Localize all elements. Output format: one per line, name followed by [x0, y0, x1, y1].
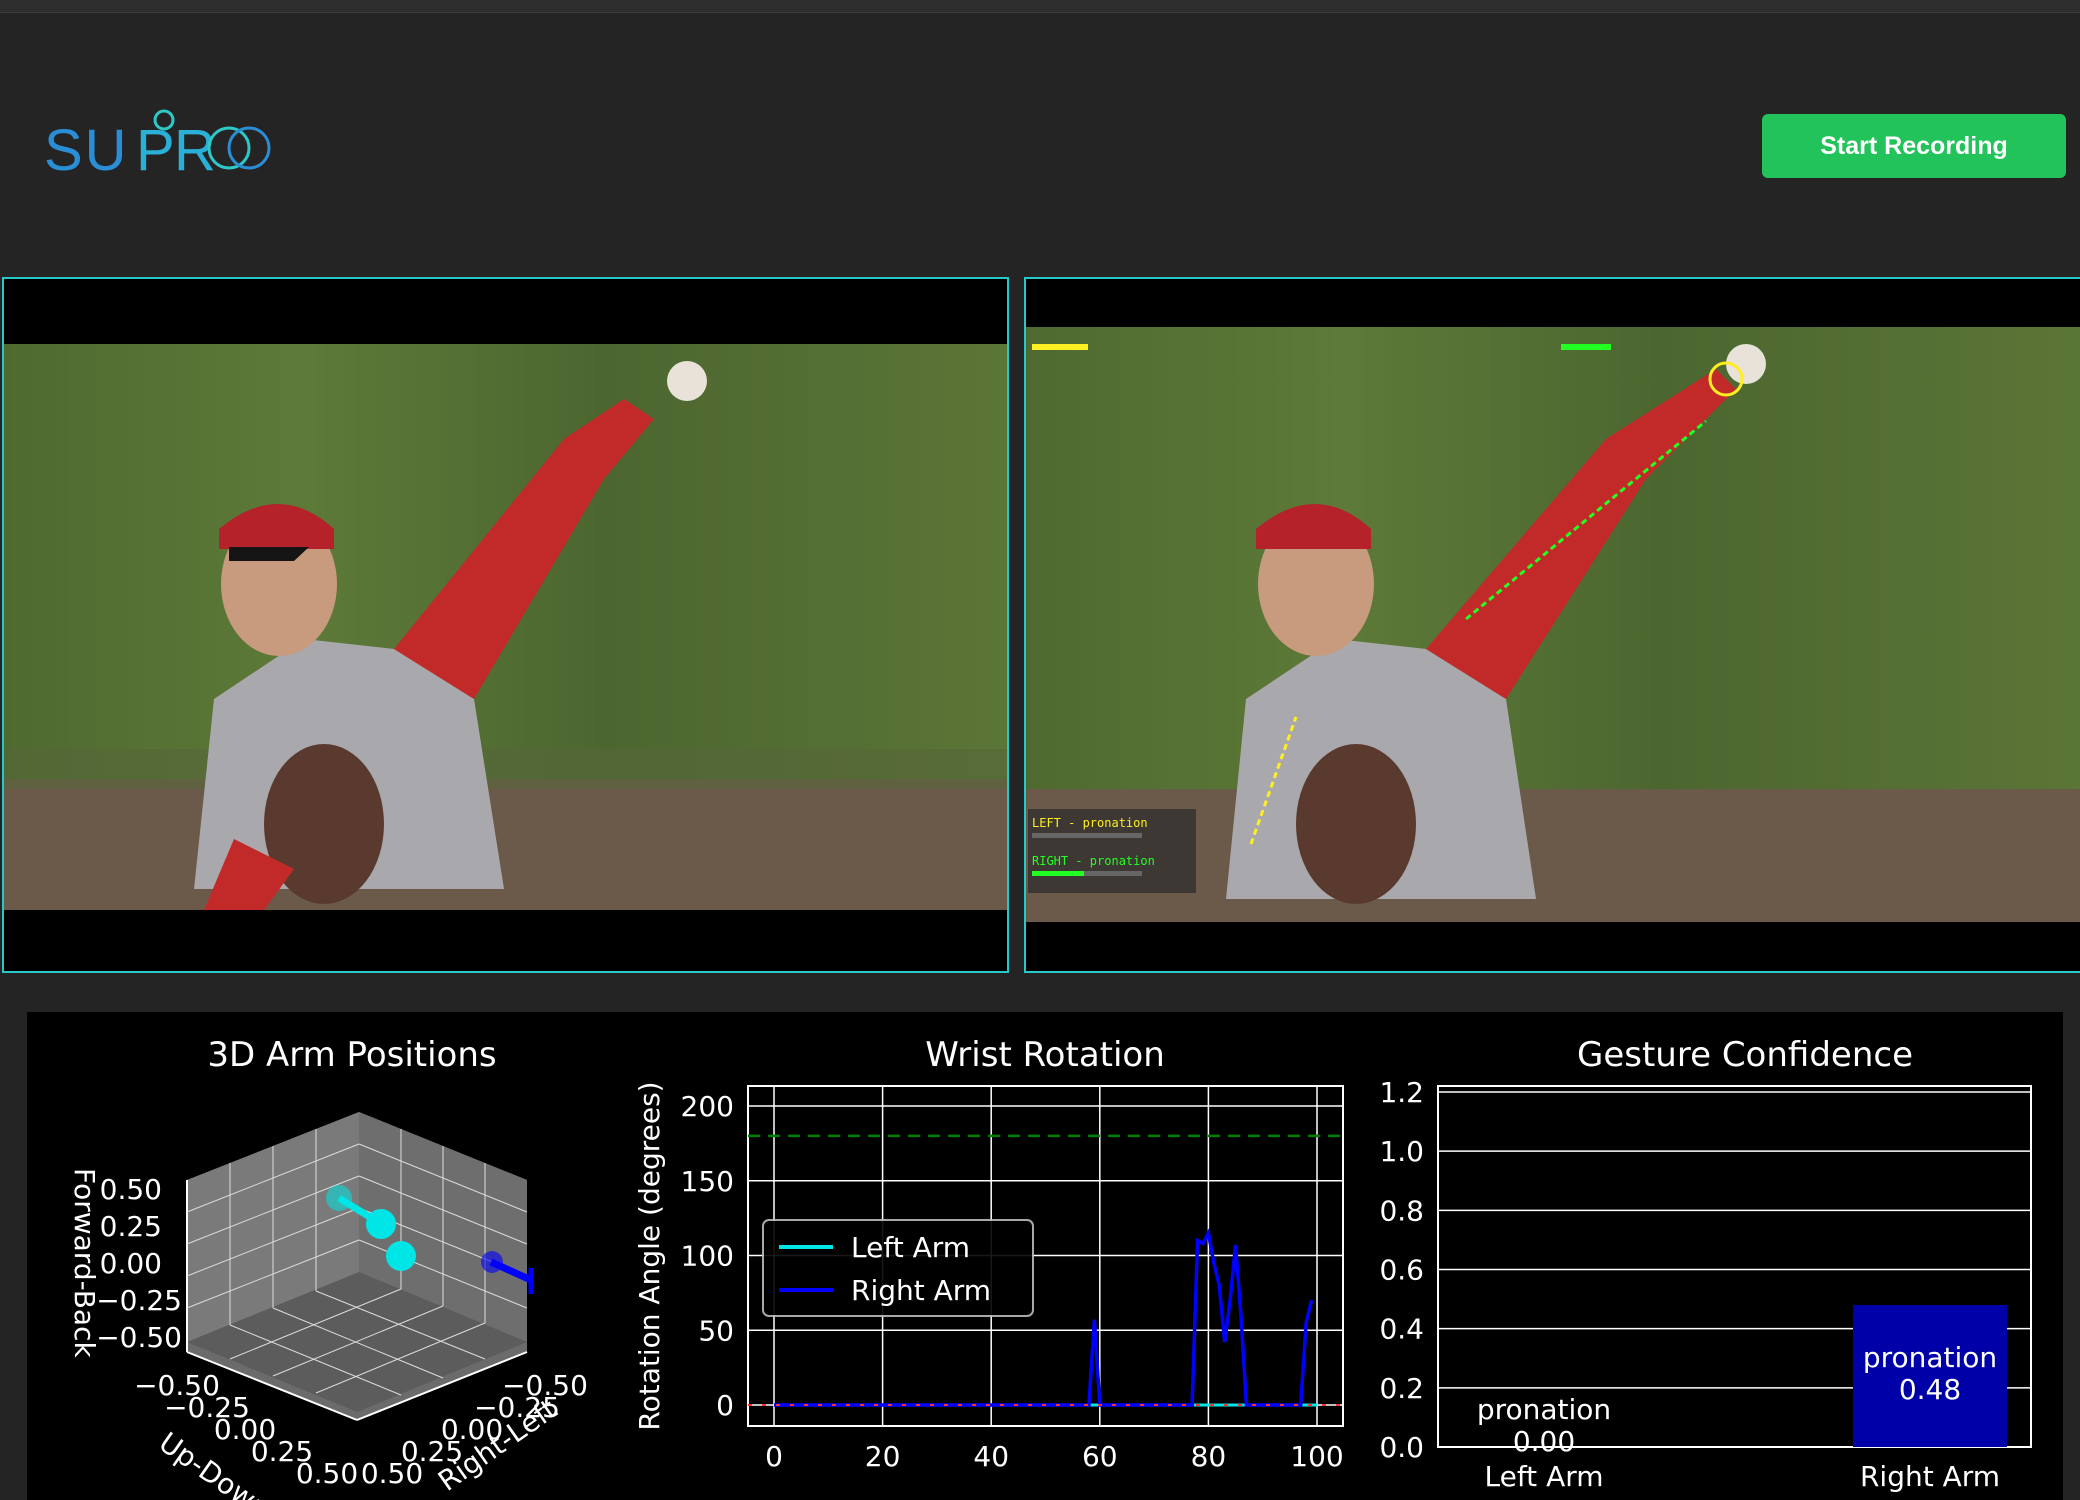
window-top-bar [0, 0, 2080, 13]
confidence-bar-gesture-label: pronation [1477, 1393, 1611, 1426]
z-tick: 0.25 [100, 1210, 162, 1243]
wrist-legend: Left Arm Right Arm [762, 1219, 1034, 1317]
start-recording-button[interactable]: Start Recording [1762, 114, 2066, 178]
wrist-y-tick: 0 [716, 1389, 734, 1422]
confidence-bar-gesture-label: pronation [1863, 1341, 1997, 1374]
left-arm-3d-point [386, 1241, 416, 1271]
confidence-x-tick: Left Arm [1484, 1460, 1603, 1493]
arm-positions-3d-chart: 3D Arm Positions 0.50 0.25 0.00 −0.25 −0… [68, 1035, 588, 1500]
confidence-y-tick: 0.0 [1379, 1431, 1424, 1464]
wrist-x-tick: 80 [1191, 1440, 1227, 1473]
confidence-y-tick: 1.2 [1379, 1076, 1424, 1109]
right-gesture-overlay-label: RIGHT - pronation [1032, 854, 1155, 868]
wrist-y-tick: 150 [681, 1165, 734, 1198]
pose-overlay-video-panel: LEFT - pronation RIGHT - pronation [1024, 277, 2080, 973]
wrist-x-tick: 100 [1290, 1440, 1343, 1473]
wrist-rotation-chart: Wrist Rotation 200 150 100 50 0 0 20 40 60 80 100… [633, 1035, 1344, 1473]
gesture-confidence-chart: Gesture Confidence pronation0.00pronatio… [1379, 1035, 2032, 1493]
confidence-y-tick: 0.4 [1379, 1313, 1424, 1346]
confidence-bar-value-label: 0.00 [1513, 1425, 1575, 1458]
wrist-y-tick: 50 [698, 1314, 734, 1347]
gesture-confidence-title: Gesture Confidence [1577, 1035, 1913, 1075]
pose-overlay-frame: LEFT - pronation RIGHT - pronation [1026, 327, 2080, 922]
wrist-x-tick: 60 [1082, 1440, 1118, 1473]
confidence-y-tick: 0.6 [1379, 1254, 1424, 1287]
arm-positions-title: 3D Arm Positions [207, 1035, 496, 1075]
z-tick: −0.50 [96, 1321, 182, 1354]
z-tick: −0.25 [96, 1284, 182, 1317]
z-tick: 0.50 [100, 1173, 162, 1206]
charts-panel: 3D Arm Positions 0.50 0.25 0.00 −0.25 −0… [27, 1012, 2063, 1500]
confidence-y-tick: 0.8 [1379, 1194, 1424, 1227]
legend-left-arm: Left Arm [851, 1231, 970, 1264]
legend-right-arm: Right Arm [851, 1274, 991, 1307]
wrist-rotation-title: Wrist Rotation [925, 1035, 1165, 1075]
left-gesture-overlay-label: LEFT - pronation [1032, 816, 1148, 830]
wrist-y-tick: 100 [681, 1240, 734, 1273]
svg-text:SU: SU [44, 118, 129, 183]
baseball-icon [667, 361, 707, 401]
confidence-x-tick: Right Arm [1860, 1460, 2000, 1493]
wrist-y-axis-label: Rotation Angle (degrees) [633, 1081, 666, 1430]
confidence-y-tick: 1.0 [1379, 1135, 1424, 1168]
original-video-frame [4, 344, 1007, 910]
left-arm-3d-point [326, 1185, 352, 1211]
z-tick: 0.00 [100, 1247, 162, 1280]
confidence-bar-value-label: 0.48 [1899, 1373, 1961, 1406]
wrist-y-tick: 200 [681, 1090, 734, 1123]
right-arm-3d-point [481, 1251, 503, 1273]
z-axis-label: Forward-Back [68, 1168, 101, 1358]
left-arm-3d-point [366, 1209, 396, 1239]
y-tick: 0.50 [361, 1457, 423, 1490]
supro-logo: SU P R [44, 109, 271, 183]
confidence-y-tick: 0.2 [1379, 1372, 1424, 1405]
wrist-x-tick: 20 [865, 1440, 901, 1473]
wrist-x-tick: 0 [765, 1440, 783, 1473]
wrist-x-tick: 40 [973, 1440, 1009, 1473]
x-tick: 0.50 [296, 1457, 358, 1490]
original-video-panel [2, 277, 1009, 973]
